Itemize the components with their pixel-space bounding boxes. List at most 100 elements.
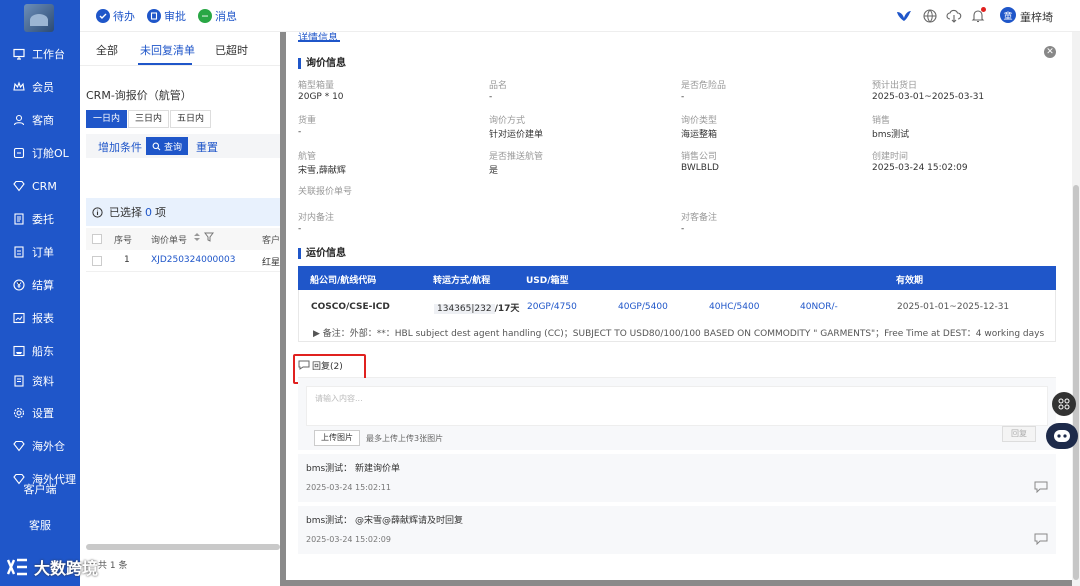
reply-tab-bar: 回复(2) bbox=[298, 352, 1056, 378]
todo-link[interactable]: 待办 bbox=[96, 8, 135, 24]
reset-link[interactable]: 重置 bbox=[196, 139, 218, 155]
field-label: 货重 bbox=[298, 116, 317, 126]
avatar[interactable]: 童 bbox=[1000, 7, 1016, 23]
vertical-scrollbar-thumb[interactable] bbox=[1073, 185, 1079, 580]
table-row[interactable]: 1 XJD250324000003 红星 bbox=[86, 250, 280, 272]
message-icon bbox=[198, 9, 212, 23]
add-condition-link[interactable]: 增加条件 bbox=[98, 139, 142, 155]
rate-days: /17天 bbox=[494, 304, 520, 314]
horizontal-scrollbar[interactable] bbox=[86, 544, 280, 550]
rate-table-header: 船公司/航线代码 转运方式/航程 USD/箱型 有效期 bbox=[298, 266, 1056, 290]
sidebar-item-shipowner[interactable]: 船东 bbox=[0, 339, 80, 363]
bell-icon[interactable] bbox=[969, 7, 987, 25]
col-inquiry-id[interactable]: 询价单号 bbox=[151, 233, 187, 246]
app-logo bbox=[24, 4, 54, 32]
close-icon: ✕ bbox=[1046, 47, 1054, 57]
sidebar-item-overseas-warehouse[interactable]: 海外仓 bbox=[0, 434, 80, 458]
filter-1-day[interactable]: 一日内 bbox=[86, 110, 128, 128]
tab-all[interactable]: 全部 bbox=[96, 42, 118, 58]
message-link[interactable]: 消息 bbox=[198, 8, 237, 24]
rate-validity: 2025-01-01~2025-12-31 bbox=[897, 302, 1010, 312]
row-inquiry-id[interactable]: XJD250324000003 bbox=[151, 255, 235, 265]
notification-dot bbox=[981, 7, 986, 12]
float-tool-button[interactable] bbox=[1052, 392, 1076, 416]
tab-unreplied[interactable]: 未回复清单 bbox=[140, 42, 195, 58]
comment-icon[interactable] bbox=[1034, 533, 1048, 545]
rate-price-40hc: 40HC/5400 bbox=[709, 302, 760, 312]
filter-icon[interactable] bbox=[204, 232, 214, 245]
sidebar-item-settlement[interactable]: 结算 bbox=[0, 273, 80, 297]
bird-icon[interactable] bbox=[895, 7, 913, 25]
top-right-icons bbox=[895, 7, 987, 25]
ship-icon bbox=[12, 344, 26, 358]
field-value: 宋雪,薛献辉 bbox=[298, 166, 346, 176]
field-value: 20GP * 10 bbox=[298, 92, 344, 102]
approve-icon bbox=[147, 9, 161, 23]
approve-link[interactable]: 审批 bbox=[147, 8, 186, 24]
filter-5-days[interactable]: 五日内 bbox=[170, 110, 212, 128]
row-checkbox[interactable] bbox=[92, 256, 102, 266]
globe-icon[interactable] bbox=[921, 7, 939, 25]
comment-item: bms测试： 新建询价单 2025-03-24 15:02:11 bbox=[298, 454, 1056, 502]
field-label: 是否危险品 bbox=[681, 81, 727, 91]
sidebar-item-order[interactable]: 订单 bbox=[0, 240, 80, 264]
search-icon bbox=[152, 142, 161, 150]
field-label: 关联报价单号 bbox=[298, 187, 353, 197]
doc-icon bbox=[12, 212, 26, 226]
robot-icon bbox=[1054, 430, 1070, 442]
table-header: 序号 询价单号 客户 bbox=[86, 228, 280, 250]
sidebar: 工作台 会员 客商 订舱OL CRM 委托 订单 结算 报表 船东 资料 设置 … bbox=[0, 0, 80, 586]
todo-label: 待办 bbox=[113, 10, 135, 23]
field-value: 是 bbox=[489, 166, 499, 176]
pagination-total: 共 1 条 bbox=[98, 561, 128, 571]
sidebar-item-report[interactable]: 报表 bbox=[0, 306, 80, 330]
query-button[interactable]: 查询 bbox=[146, 137, 189, 155]
sidebar-item-customer[interactable]: 客商 bbox=[0, 108, 80, 132]
sidebar-item-workbench[interactable]: 工作台 bbox=[0, 42, 80, 66]
field-label: 询价类型 bbox=[681, 116, 718, 126]
rate-carrier: COSCO/CSE-ICD bbox=[311, 302, 390, 312]
filter-3-days[interactable]: 三日内 bbox=[128, 110, 170, 128]
tab-timeout[interactable]: 已超时 bbox=[215, 42, 248, 58]
comment-icon[interactable] bbox=[1034, 481, 1048, 493]
selection-bar: 已选择 0 项 bbox=[86, 198, 280, 226]
sidebar-item-entrust[interactable]: 委托 bbox=[0, 207, 80, 231]
sort-icon[interactable] bbox=[193, 232, 201, 245]
sidebar-label: 资料 bbox=[32, 375, 54, 388]
field-label: 是否推送航管 bbox=[489, 152, 544, 162]
field-value: - bbox=[298, 224, 302, 234]
user-icon bbox=[12, 113, 26, 127]
watermark: 大数跨境 bbox=[6, 554, 98, 580]
comment-time: 2025-03-24 15:02:09 bbox=[306, 535, 391, 544]
col-validity: 有效期 bbox=[896, 276, 924, 286]
warehouse-icon bbox=[12, 439, 26, 453]
field-value: - bbox=[681, 92, 685, 102]
reply-input[interactable]: 请输入内容... bbox=[306, 386, 1048, 426]
col-carrier: 船公司/航线代码 bbox=[310, 276, 377, 286]
sidebar-label: 海外仓 bbox=[32, 440, 65, 453]
user-name[interactable]: 童梓埼 bbox=[1020, 9, 1053, 25]
select-all-checkbox[interactable] bbox=[92, 234, 102, 244]
cloud-download-icon[interactable] bbox=[945, 7, 963, 25]
sidebar-label: CRM bbox=[32, 179, 57, 193]
desktop-icon bbox=[12, 47, 26, 61]
reply-button[interactable]: 回复 bbox=[1002, 426, 1036, 442]
sidebar-item-settings[interactable]: 设置 bbox=[0, 401, 80, 425]
close-button[interactable]: ✕ bbox=[1044, 46, 1056, 58]
field-value: 2025-03-01~2025-03-31 bbox=[872, 92, 985, 102]
upload-image-button[interactable]: 上传图片 bbox=[314, 430, 360, 446]
rate-note[interactable]: ▶ 备注：外部：**：HBL subject dest agent handli… bbox=[313, 326, 1044, 339]
sidebar-item-member[interactable]: 会员 bbox=[0, 75, 80, 99]
app-root: 工作台 会员 客商 订舱OL CRM 委托 订单 结算 报表 船东 资料 设置 … bbox=[0, 0, 1080, 586]
chatbot-button[interactable] bbox=[1046, 423, 1078, 449]
sidebar-item-data[interactable]: 资料 bbox=[0, 369, 80, 393]
field-label: 销售公司 bbox=[681, 152, 718, 162]
upload-hint: 最多上传上传3张图片 bbox=[366, 434, 444, 443]
sidebar-item-crm[interactable]: CRM bbox=[0, 174, 80, 198]
sidebar-item-service[interactable]: 客服 bbox=[0, 517, 80, 533]
report-icon bbox=[12, 311, 26, 325]
sidebar-item-booking[interactable]: 订舱OL bbox=[0, 141, 80, 165]
field-label: 箱型箱量 bbox=[298, 81, 335, 91]
sidebar-item-client[interactable]: 客户端 bbox=[0, 481, 80, 497]
sidebar-label: 工作台 bbox=[32, 48, 65, 61]
